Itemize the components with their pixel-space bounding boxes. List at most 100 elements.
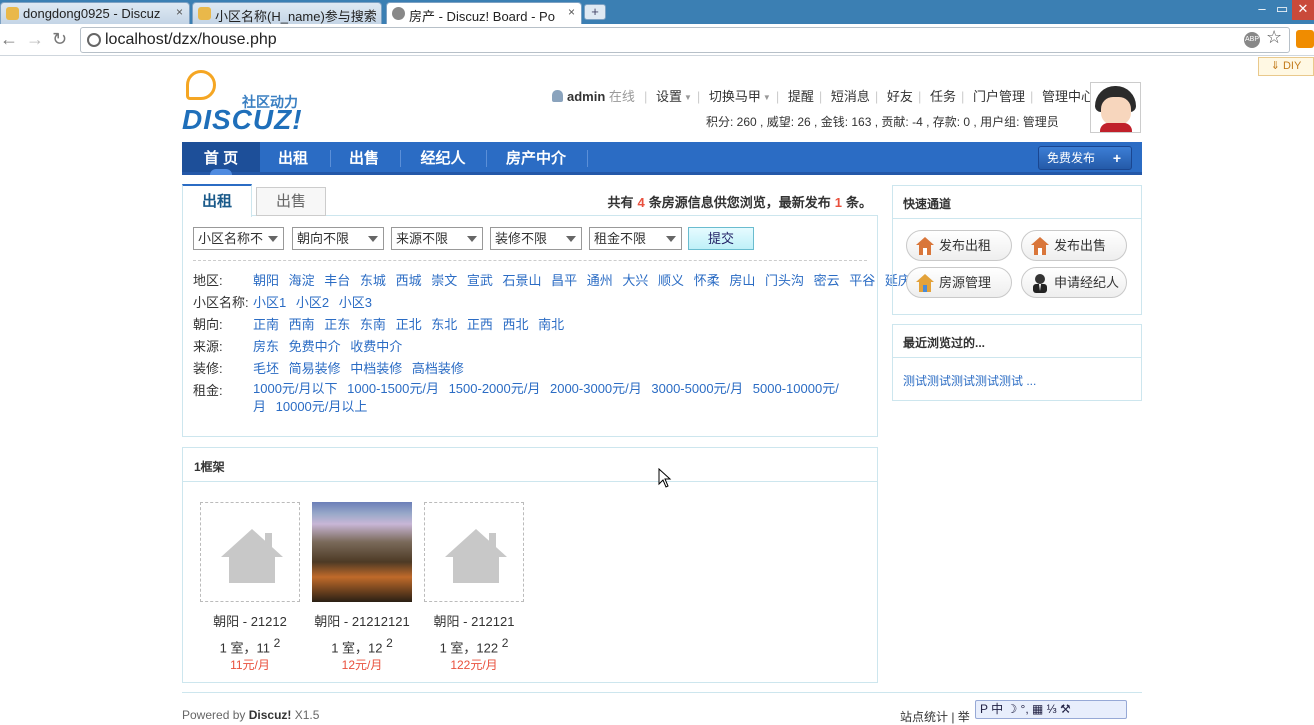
rent-select[interactable]: 租金不限 bbox=[589, 227, 682, 250]
tab-sale[interactable]: 出售 bbox=[256, 187, 326, 216]
filter-option-orientation[interactable]: 东北 bbox=[431, 317, 457, 332]
apply-agent-button[interactable]: 申请经纪人 bbox=[1021, 267, 1127, 298]
listing-caption[interactable]: 朝阳 - 21212 bbox=[194, 611, 306, 630]
orientation-select[interactable]: 朝向不限 bbox=[292, 227, 384, 250]
maximize-icon[interactable]: ▭ bbox=[1272, 0, 1292, 20]
discuz-link[interactable]: Discuz! bbox=[249, 708, 292, 722]
diy-button[interactable]: ⇓ DIY bbox=[1258, 57, 1314, 76]
filter-option-district[interactable]: 大兴 bbox=[622, 273, 648, 288]
new-tab-button[interactable]: + bbox=[584, 4, 606, 20]
submit-button[interactable]: 提交 bbox=[688, 227, 754, 250]
messages-link[interactable]: 短消息 bbox=[831, 89, 870, 104]
nav-agency[interactable]: 房产中介 bbox=[490, 142, 582, 172]
browser-tab-2[interactable]: 小区名称(H_name)参与搜索 × bbox=[192, 2, 382, 24]
filter-option-source[interactable]: 收费中介 bbox=[350, 339, 402, 354]
filter-option-orientation[interactable]: 正南 bbox=[253, 317, 279, 332]
post-rent-button[interactable]: 发布出租 bbox=[906, 230, 1012, 261]
ime-toolbar[interactable]: P 中 ☽ °, ▦ ⅓ ⚒ bbox=[975, 700, 1127, 719]
site-logo[interactable]: 社区动力 DISCUZ! bbox=[182, 68, 322, 135]
listing-card[interactable]: 朝阳 - 21212121 1 室，12 2 12元/月 bbox=[306, 502, 418, 673]
settings-link[interactable]: 设置 bbox=[656, 89, 682, 104]
browser-tab-1[interactable]: dongdong0925 - Discuz × bbox=[0, 2, 190, 24]
forward-icon[interactable]: → bbox=[26, 29, 44, 50]
filter-option-orientation[interactable]: 南北 bbox=[538, 317, 564, 332]
filter-option-orientation[interactable]: 正东 bbox=[324, 317, 350, 332]
close-window-icon[interactable]: ✕ bbox=[1292, 0, 1314, 20]
listing-card[interactable]: 朝阳 - 21212 1 室，11 2 11元/月 bbox=[194, 502, 306, 673]
avatar[interactable] bbox=[1090, 82, 1141, 133]
decoration-select[interactable]: 装修不限 bbox=[490, 227, 582, 250]
filter-option-district[interactable]: 密云 bbox=[814, 273, 840, 288]
filter-option-decoration[interactable]: 高档装修 bbox=[412, 361, 464, 376]
nav-sale[interactable]: 出售 bbox=[332, 142, 396, 172]
filter-option-district[interactable]: 石景山 bbox=[502, 273, 541, 288]
listing-caption[interactable]: 朝阳 - 21212121 bbox=[306, 611, 418, 630]
close-tab-icon[interactable]: × bbox=[568, 5, 575, 19]
filter-option-district[interactable]: 崇文 bbox=[431, 273, 457, 288]
friends-link[interactable]: 好友 bbox=[887, 89, 913, 104]
filter-option-orientation[interactable]: 正西 bbox=[467, 317, 493, 332]
tasks-link[interactable]: 任务 bbox=[930, 89, 956, 104]
filter-option-rent[interactable]: 2000-3000元/月 bbox=[550, 381, 642, 396]
free-post-button[interactable]: 免费发布 + bbox=[1038, 146, 1132, 170]
community-select[interactable]: 小区名称不 bbox=[193, 227, 284, 250]
filter-option-decoration[interactable]: 毛坯 bbox=[253, 361, 279, 376]
reload-icon[interactable]: ↻ bbox=[52, 29, 67, 50]
dropdown-arrow-icon[interactable]: ▼ bbox=[684, 93, 692, 102]
filter-option-district[interactable]: 怀柔 bbox=[694, 273, 720, 288]
filter-option-district[interactable]: 西城 bbox=[396, 273, 422, 288]
site-stats-link[interactable]: 站点统计 | 举 bbox=[900, 708, 970, 725]
house-photo-image[interactable] bbox=[312, 502, 412, 602]
switch-account-link[interactable]: 切换马甲 bbox=[709, 89, 761, 104]
filter-option-rent[interactable]: 1000-1500元/月 bbox=[347, 381, 439, 396]
filter-option-district[interactable]: 门头沟 bbox=[765, 273, 804, 288]
nav-home[interactable]: 首 页 bbox=[182, 142, 260, 175]
filter-option-rent[interactable]: 1500-2000元/月 bbox=[449, 381, 541, 396]
tab-rent[interactable]: 出租 bbox=[182, 184, 252, 217]
listing-card[interactable]: 朝阳 - 212121 1 室，122 2 122元/月 bbox=[418, 502, 530, 673]
filter-option-rent[interactable]: 10000元/月以上 bbox=[276, 399, 368, 414]
filter-option-orientation[interactable]: 正北 bbox=[396, 317, 422, 332]
extension-icon[interactable] bbox=[1296, 30, 1314, 48]
filter-option-district[interactable]: 海淀 bbox=[289, 273, 315, 288]
house-placeholder-image[interactable] bbox=[424, 502, 524, 602]
filter-option-source[interactable]: 免费中介 bbox=[289, 339, 341, 354]
filter-option-orientation[interactable]: 东南 bbox=[360, 317, 386, 332]
adblock-icon[interactable]: ABP bbox=[1244, 32, 1260, 48]
address-bar[interactable]: localhost/dzx/house.php bbox=[80, 27, 1290, 53]
nav-rent[interactable]: 出租 bbox=[262, 142, 324, 172]
filter-option-rent[interactable]: 1000元/月以下 bbox=[253, 381, 338, 396]
browser-tab-3[interactable]: 房产 - Discuz! Board - Po × bbox=[386, 2, 582, 24]
source-select[interactable]: 来源不限 bbox=[391, 227, 483, 250]
post-sale-button[interactable]: 发布出售 bbox=[1021, 230, 1127, 261]
filter-option-community[interactable]: 小区1 bbox=[253, 295, 286, 310]
filter-option-district[interactable]: 宣武 bbox=[467, 273, 493, 288]
nav-agent[interactable]: 经纪人 bbox=[404, 142, 482, 172]
bookmark-star-icon[interactable]: ☆ bbox=[1266, 27, 1282, 48]
house-placeholder-image[interactable] bbox=[200, 502, 300, 602]
close-tab-icon[interactable]: × bbox=[368, 5, 375, 19]
filter-option-orientation[interactable]: 西北 bbox=[502, 317, 528, 332]
listing-caption[interactable]: 朝阳 - 212121 bbox=[418, 611, 530, 630]
filter-option-district[interactable]: 昌平 bbox=[551, 273, 577, 288]
filter-option-decoration[interactable]: 简易装修 bbox=[289, 361, 341, 376]
filter-option-decoration[interactable]: 中档装修 bbox=[350, 361, 402, 376]
filter-option-district[interactable]: 东城 bbox=[360, 273, 386, 288]
recent-link[interactable]: 测试测试测试测试测试 ... bbox=[903, 372, 1036, 389]
back-icon[interactable]: ← bbox=[0, 29, 18, 50]
portal-admin-link[interactable]: 门户管理 bbox=[973, 89, 1025, 104]
manage-listings-button[interactable]: 房源管理 bbox=[906, 267, 1012, 298]
filter-option-community[interactable]: 小区3 bbox=[339, 295, 372, 310]
filter-option-community[interactable]: 小区2 bbox=[296, 295, 329, 310]
dropdown-arrow-icon[interactable]: ▼ bbox=[763, 93, 771, 102]
filter-option-district[interactable]: 顺义 bbox=[658, 273, 684, 288]
filter-option-district[interactable]: 丰台 bbox=[324, 273, 350, 288]
filter-option-district[interactable]: 通州 bbox=[587, 273, 613, 288]
minimize-icon[interactable]: – bbox=[1252, 0, 1272, 20]
reminder-link[interactable]: 提醒 bbox=[788, 89, 814, 104]
filter-option-district[interactable]: 平谷 bbox=[849, 273, 875, 288]
username-link[interactable]: admin bbox=[567, 89, 605, 104]
filter-option-district[interactable]: 朝阳 bbox=[253, 273, 279, 288]
filter-option-orientation[interactable]: 西南 bbox=[289, 317, 315, 332]
user-credits[interactable]: 积分: 260 , 威望: 26 , 金钱: 163 , 贡献: -4 , 存款… bbox=[706, 113, 1059, 130]
